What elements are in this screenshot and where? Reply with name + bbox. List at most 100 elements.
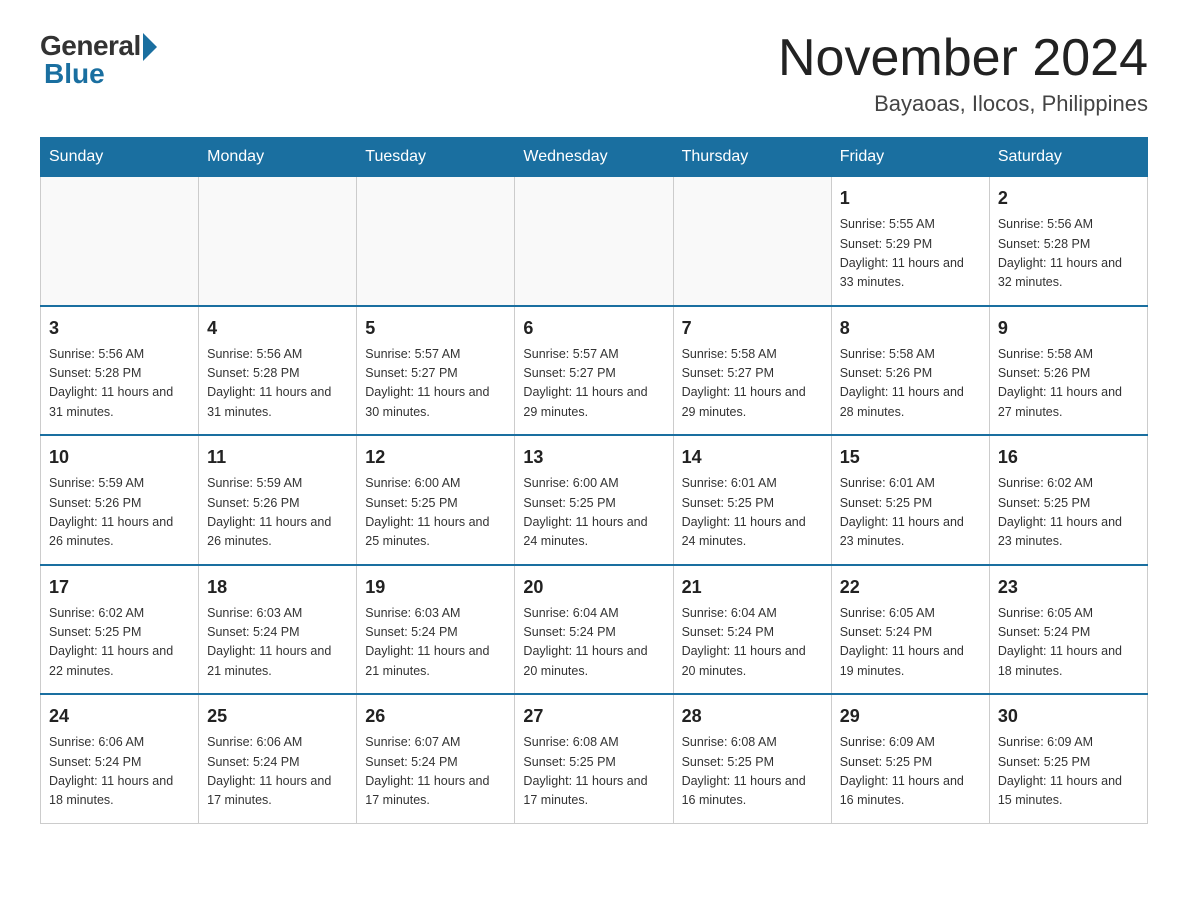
day-info: Sunrise: 5:57 AMSunset: 5:27 PMDaylight:… — [365, 345, 506, 423]
day-number: 19 — [365, 574, 506, 601]
weekday-header-row: SundayMondayTuesdayWednesdayThursdayFrid… — [41, 138, 1148, 177]
calendar-cell: 21 Sunrise: 6:04 AMSunset: 5:24 PMDayligh… — [673, 565, 831, 695]
weekday-header-wednesday: Wednesday — [515, 138, 673, 177]
calendar-cell: 27 Sunrise: 6:08 AMSunset: 5:25 PMDayligh… — [515, 694, 673, 823]
day-info: Sunrise: 6:01 AMSunset: 5:25 PMDaylight:… — [682, 474, 823, 552]
day-info: Sunrise: 6:07 AMSunset: 5:24 PMDaylight:… — [365, 733, 506, 811]
day-info: Sunrise: 5:58 AMSunset: 5:27 PMDaylight:… — [682, 345, 823, 423]
day-info: Sunrise: 5:57 AMSunset: 5:27 PMDaylight:… — [523, 345, 664, 423]
calendar-week-row: 17 Sunrise: 6:02 AMSunset: 5:25 PMDayligh… — [41, 565, 1148, 695]
calendar-cell: 18Sunrise: 6:03 AMSunset: 5:24 PMDayligh… — [199, 565, 357, 695]
day-info: Sunrise: 6:06 AMSunset: 5:24 PMDaylight:… — [207, 733, 348, 811]
day-number: 24 — [49, 703, 190, 730]
day-number: 26 — [365, 703, 506, 730]
day-number: 22 — [840, 574, 981, 601]
day-info: Sunrise: 5:58 AMSunset: 5:26 PMDaylight:… — [998, 345, 1139, 423]
day-info: Sunrise: 6:04 AMSunset: 5:24 PMDaylight:… — [682, 604, 823, 682]
calendar-cell — [515, 177, 673, 306]
calendar-cell: 16 Sunrise: 6:02 AMSunset: 5:25 PMDayligh… — [989, 435, 1147, 565]
calendar-cell: 20Sunrise: 6:04 AMSunset: 5:24 PMDayligh… — [515, 565, 673, 695]
calendar-cell: 11Sunrise: 5:59 AMSunset: 5:26 PMDayligh… — [199, 435, 357, 565]
calendar-cell: 30 Sunrise: 6:09 AMSunset: 5:25 PMDayligh… — [989, 694, 1147, 823]
day-number: 14 — [682, 444, 823, 471]
calendar-cell — [199, 177, 357, 306]
day-info: Sunrise: 6:06 AMSunset: 5:24 PMDaylight:… — [49, 733, 190, 811]
day-number: 15 — [840, 444, 981, 471]
day-number: 5 — [365, 315, 506, 342]
calendar-cell: 10Sunrise: 5:59 AMSunset: 5:26 PMDayligh… — [41, 435, 199, 565]
calendar-cell: 26 Sunrise: 6:07 AMSunset: 5:24 PMDayligh… — [357, 694, 515, 823]
calendar-cell: 4 Sunrise: 5:56 AMSunset: 5:28 PMDaylight… — [199, 306, 357, 436]
day-number: 8 — [840, 315, 981, 342]
calendar-week-row: 1Sunrise: 5:55 AMSunset: 5:29 PMDaylight… — [41, 177, 1148, 306]
day-number: 7 — [682, 315, 823, 342]
weekday-header-saturday: Saturday — [989, 138, 1147, 177]
calendar-week-row: 10Sunrise: 5:59 AMSunset: 5:26 PMDayligh… — [41, 435, 1148, 565]
calendar-cell: 3Sunrise: 5:56 AMSunset: 5:28 PMDaylight… — [41, 306, 199, 436]
day-number: 30 — [998, 703, 1139, 730]
calendar-cell: 1Sunrise: 5:55 AMSunset: 5:29 PMDaylight… — [831, 177, 989, 306]
calendar-cell: 12 Sunrise: 6:00 AMSunset: 5:25 PMDayligh… — [357, 435, 515, 565]
weekday-header-friday: Friday — [831, 138, 989, 177]
weekday-header-sunday: Sunday — [41, 138, 199, 177]
day-number: 11 — [207, 444, 348, 471]
day-number: 2 — [998, 185, 1139, 212]
day-number: 10 — [49, 444, 190, 471]
day-info: Sunrise: 5:56 AMSunset: 5:28 PMDaylight:… — [49, 345, 190, 423]
day-info: Sunrise: 6:01 AMSunset: 5:25 PMDaylight:… — [840, 474, 981, 552]
day-number: 20 — [523, 574, 664, 601]
day-info: Sunrise: 5:56 AMSunset: 5:28 PMDaylight:… — [207, 345, 348, 423]
weekday-header-thursday: Thursday — [673, 138, 831, 177]
day-info: Sunrise: 6:02 AMSunset: 5:25 PMDaylight:… — [49, 604, 190, 682]
calendar-cell: 5 Sunrise: 5:57 AMSunset: 5:27 PMDaylight… — [357, 306, 515, 436]
day-info: Sunrise: 5:58 AMSunset: 5:26 PMDaylight:… — [840, 345, 981, 423]
calendar-cell — [41, 177, 199, 306]
day-info: Sunrise: 6:05 AMSunset: 5:24 PMDaylight:… — [998, 604, 1139, 682]
day-number: 29 — [840, 703, 981, 730]
weekday-header-tuesday: Tuesday — [357, 138, 515, 177]
calendar-table: SundayMondayTuesdayWednesdayThursdayFrid… — [40, 137, 1148, 824]
day-info: Sunrise: 6:09 AMSunset: 5:25 PMDaylight:… — [998, 733, 1139, 811]
calendar-cell — [673, 177, 831, 306]
day-info: Sunrise: 6:09 AMSunset: 5:25 PMDaylight:… — [840, 733, 981, 811]
calendar-week-row: 24 Sunrise: 6:06 AMSunset: 5:24 PMDayligh… — [41, 694, 1148, 823]
weekday-header-monday: Monday — [199, 138, 357, 177]
calendar-cell: 25 Sunrise: 6:06 AMSunset: 5:24 PMDayligh… — [199, 694, 357, 823]
location-title: Bayaoas, Ilocos, Philippines — [778, 91, 1148, 117]
day-number: 27 — [523, 703, 664, 730]
calendar-cell: 13Sunrise: 6:00 AMSunset: 5:25 PMDayligh… — [515, 435, 673, 565]
calendar-cell: 24 Sunrise: 6:06 AMSunset: 5:24 PMDayligh… — [41, 694, 199, 823]
day-info: Sunrise: 6:08 AMSunset: 5:25 PMDaylight:… — [682, 733, 823, 811]
day-number: 28 — [682, 703, 823, 730]
month-title: November 2024 — [778, 30, 1148, 87]
day-info: Sunrise: 6:02 AMSunset: 5:25 PMDaylight:… — [998, 474, 1139, 552]
day-number: 25 — [207, 703, 348, 730]
calendar-cell: 22Sunrise: 6:05 AMSunset: 5:24 PMDayligh… — [831, 565, 989, 695]
day-info: Sunrise: 6:03 AMSunset: 5:24 PMDaylight:… — [365, 604, 506, 682]
title-block: November 2024 Bayaoas, Ilocos, Philippin… — [778, 30, 1148, 117]
day-number: 4 — [207, 315, 348, 342]
day-info: Sunrise: 6:08 AMSunset: 5:25 PMDaylight:… — [523, 733, 664, 811]
calendar-cell: 7 Sunrise: 5:58 AMSunset: 5:27 PMDaylight… — [673, 306, 831, 436]
day-number: 17 — [49, 574, 190, 601]
day-number: 23 — [998, 574, 1139, 601]
day-number: 16 — [998, 444, 1139, 471]
day-info: Sunrise: 6:00 AMSunset: 5:25 PMDaylight:… — [365, 474, 506, 552]
calendar-cell: 6 Sunrise: 5:57 AMSunset: 5:27 PMDaylight… — [515, 306, 673, 436]
day-number: 21 — [682, 574, 823, 601]
day-number: 13 — [523, 444, 664, 471]
calendar-cell: 14 Sunrise: 6:01 AMSunset: 5:25 PMDayligh… — [673, 435, 831, 565]
calendar-cell: 8 Sunrise: 5:58 AMSunset: 5:26 PMDaylight… — [831, 306, 989, 436]
day-info: Sunrise: 5:56 AMSunset: 5:28 PMDaylight:… — [998, 215, 1139, 293]
day-info: Sunrise: 6:03 AMSunset: 5:24 PMDaylight:… — [207, 604, 348, 682]
day-number: 9 — [998, 315, 1139, 342]
day-number: 12 — [365, 444, 506, 471]
calendar-cell: 17 Sunrise: 6:02 AMSunset: 5:25 PMDayligh… — [41, 565, 199, 695]
page-header: General Blue November 2024 Bayaoas, Iloc… — [40, 30, 1148, 117]
calendar-cell: 9 Sunrise: 5:58 AMSunset: 5:26 PMDaylight… — [989, 306, 1147, 436]
day-number: 6 — [523, 315, 664, 342]
day-info: Sunrise: 5:55 AMSunset: 5:29 PMDaylight:… — [840, 215, 981, 293]
logo-blue-text: Blue — [44, 58, 105, 90]
calendar-week-row: 3Sunrise: 5:56 AMSunset: 5:28 PMDaylight… — [41, 306, 1148, 436]
logo-arrow-icon — [143, 33, 157, 61]
